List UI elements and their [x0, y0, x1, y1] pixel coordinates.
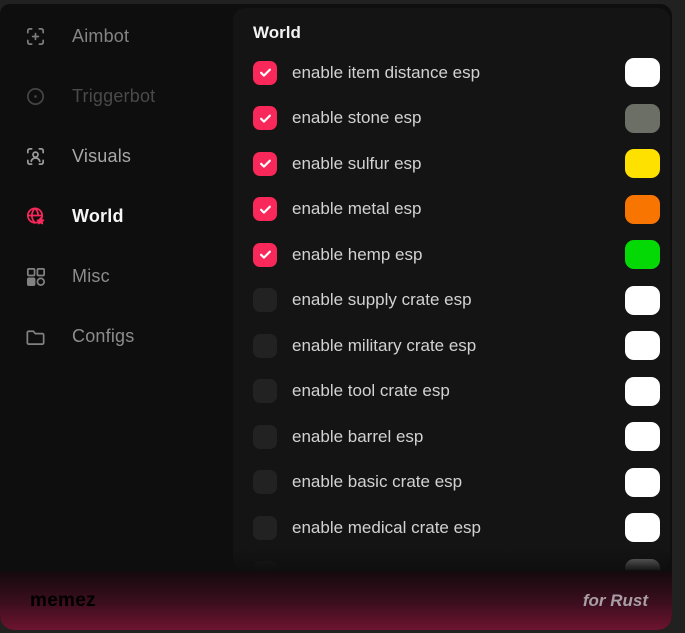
esp-option-row: enable metal esp	[233, 187, 670, 233]
aimbot-icon	[24, 25, 47, 48]
checkbox-checked[interactable]	[253, 197, 277, 221]
color-swatch[interactable]	[625, 149, 660, 178]
color-swatch[interactable]	[625, 377, 660, 406]
cheat-menu-window: Aimbot Triggerbot Visuals World Misc Con…	[0, 4, 672, 630]
sidebar-item-triggerbot[interactable]: Triggerbot	[0, 66, 233, 126]
esp-option-label: enable stone esp	[292, 108, 625, 128]
checkbox-checked[interactable]	[253, 243, 277, 267]
esp-option-label: enable basic crate esp	[292, 472, 625, 492]
configs-icon	[24, 325, 47, 348]
check-icon	[258, 111, 273, 126]
product-name-text: for Rust	[583, 591, 648, 611]
esp-option-row: enable hemp esp	[233, 232, 670, 278]
esp-option-row: enable sulfur esp	[233, 141, 670, 187]
sidebar-item-visuals[interactable]: Visuals	[0, 126, 233, 186]
world-panel: World enable item distance esp enable st…	[233, 8, 670, 570]
checkbox-unchecked[interactable]	[253, 379, 277, 403]
checkbox-checked[interactable]	[253, 152, 277, 176]
check-icon	[258, 202, 273, 217]
sidebar-item-label: Visuals	[72, 146, 131, 167]
sidebar-item-label: Configs	[72, 326, 134, 347]
checkbox-unchecked[interactable]	[253, 516, 277, 540]
checkbox-checked[interactable]	[253, 61, 277, 85]
esp-option-row: enable supply crate esp	[233, 278, 670, 324]
misc-icon	[24, 265, 47, 288]
esp-options-list: enable item distance esp enable stone es…	[233, 48, 670, 570]
sidebar-item-label: World	[72, 206, 124, 227]
esp-option-row	[233, 551, 670, 571]
esp-option-label: enable military crate esp	[292, 336, 625, 356]
color-swatch[interactable]	[625, 468, 660, 497]
esp-option-row: enable tool crate esp	[233, 369, 670, 415]
visuals-icon	[24, 145, 47, 168]
esp-option-row: enable item distance esp	[233, 50, 670, 96]
checkbox-unchecked[interactable]	[253, 334, 277, 358]
checkbox-checked[interactable]	[253, 106, 277, 130]
esp-option-row: enable medical crate esp	[233, 505, 670, 551]
esp-option-row: enable stone esp	[233, 96, 670, 142]
sidebar-item-world[interactable]: World	[0, 186, 233, 246]
triggerbot-icon	[24, 85, 47, 108]
check-icon	[258, 156, 273, 171]
world-icon	[24, 205, 47, 228]
color-swatch[interactable]	[625, 195, 660, 224]
checkbox-unchecked[interactable]	[253, 561, 277, 570]
check-icon	[258, 65, 273, 80]
color-swatch[interactable]	[625, 559, 660, 570]
esp-option-label: enable supply crate esp	[292, 290, 625, 310]
footer-bar: memez for Rust	[0, 571, 672, 630]
esp-option-label: enable barrel esp	[292, 427, 625, 447]
check-icon	[258, 247, 273, 262]
esp-option-row: enable barrel esp	[233, 414, 670, 460]
esp-option-label: enable metal esp	[292, 199, 625, 219]
esp-option-label: enable medical crate esp	[292, 518, 625, 538]
esp-option-row: enable basic crate esp	[233, 460, 670, 506]
checkbox-unchecked[interactable]	[253, 470, 277, 494]
esp-option-row: enable military crate esp	[233, 323, 670, 369]
sidebar-item-label: Misc	[72, 266, 110, 287]
color-swatch[interactable]	[625, 513, 660, 542]
esp-option-label: enable sulfur esp	[292, 154, 625, 174]
sidebar-item-label: Triggerbot	[72, 86, 155, 107]
esp-option-label: enable item distance esp	[292, 63, 625, 83]
color-swatch[interactable]	[625, 286, 660, 315]
color-swatch[interactable]	[625, 58, 660, 87]
panel-title: World	[233, 8, 670, 48]
checkbox-unchecked[interactable]	[253, 288, 277, 312]
esp-option-label: enable hemp esp	[292, 245, 625, 265]
color-swatch[interactable]	[625, 331, 660, 360]
brand-logo-text: memez	[30, 590, 96, 612]
sidebar-item-label: Aimbot	[72, 26, 129, 47]
color-swatch[interactable]	[625, 422, 660, 451]
color-swatch[interactable]	[625, 240, 660, 269]
color-swatch[interactable]	[625, 104, 660, 133]
esp-option-label: enable tool crate esp	[292, 381, 625, 401]
sidebar: Aimbot Triggerbot Visuals World Misc Con…	[0, 4, 233, 630]
sidebar-item-aimbot[interactable]: Aimbot	[0, 6, 233, 66]
checkbox-unchecked[interactable]	[253, 425, 277, 449]
sidebar-item-misc[interactable]: Misc	[0, 246, 233, 306]
sidebar-item-configs[interactable]: Configs	[0, 306, 233, 366]
